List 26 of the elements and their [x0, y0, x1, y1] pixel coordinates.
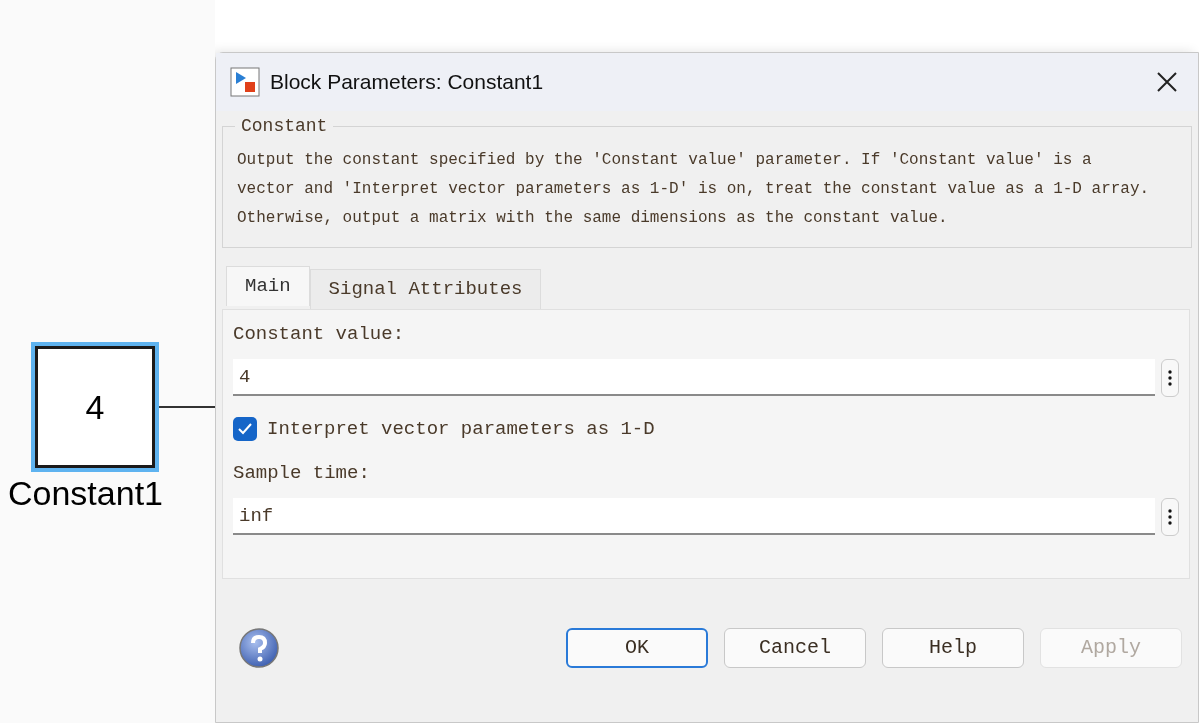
group-title: Constant	[240, 115, 329, 138]
tab[interactable]: Main	[226, 266, 310, 306]
field-label: Constant value:	[233, 322, 406, 347]
more-options-button[interactable]	[1161, 497, 1179, 536]
more-options-button[interactable]	[1161, 358, 1179, 397]
close-icon[interactable]	[1156, 71, 1178, 93]
dots-icon	[1168, 507, 1172, 526]
dialog-button[interactable]: Help	[882, 627, 1024, 668]
checkbox-label: Interpret vector parameters as 1-D	[267, 416, 655, 442]
description-text: Output the constant specified by the 'Constant value' parameter. If 'Constant value' is a vector and 'Interpret vector parameters as 1-D' is on, treat the constant value as a 1-D array. Otherwise, output a matrix with the same dimensions as the constant value.	[237, 150, 1151, 229]
block-value: 4	[85, 386, 105, 428]
input-field[interactable]: 4	[233, 359, 1155, 396]
block-icon	[230, 67, 260, 97]
dots-icon	[1168, 368, 1172, 387]
field-label: Sample time:	[233, 461, 371, 486]
window-title: Block Parameters: Constant1	[270, 69, 545, 96]
help-icon[interactable]	[238, 626, 280, 669]
dialog-button[interactable]: Cancel	[724, 627, 866, 668]
tab[interactable]: Signal Attributes	[309, 269, 542, 309]
dialog-button[interactable]: OK	[566, 627, 708, 668]
checkbox[interactable]	[233, 416, 257, 441]
block-name: Constant1	[8, 476, 163, 510]
constant-block[interactable]: 4	[31, 342, 159, 472]
signal-line	[159, 406, 215, 408]
input-field[interactable]: inf	[233, 498, 1155, 535]
check-icon	[238, 422, 252, 435]
